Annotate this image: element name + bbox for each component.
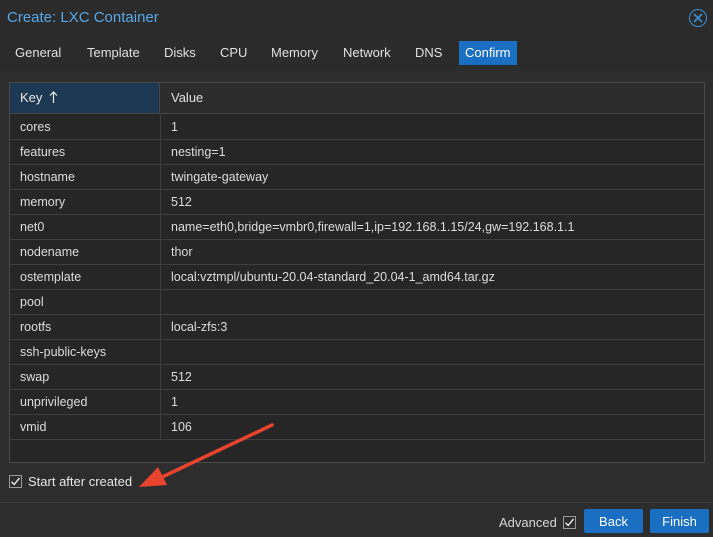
- row-value: thor: [171, 245, 193, 259]
- row-key: features: [20, 145, 66, 159]
- row-key: ssh-public-keys: [20, 345, 107, 359]
- grid-header: Key Value: [10, 83, 704, 114]
- tab-general[interactable]: General: [9, 41, 67, 65]
- footer-divider: [0, 502, 713, 503]
- row-key: ostemplate: [20, 270, 82, 284]
- tab-confirm[interactable]: Confirm: [459, 41, 517, 65]
- tab-network[interactable]: Network: [337, 41, 397, 65]
- row-value: 106: [171, 420, 192, 434]
- row-value: name=eth0,bridge=vmbr0,firewall=1,ip=192…: [171, 220, 575, 234]
- row-key: cores: [20, 120, 51, 134]
- table-row[interactable]: hostname twingate-gateway: [10, 165, 704, 190]
- table-row[interactable]: net0 name=eth0,bridge=vmbr0,firewall=1,ip…: [10, 215, 704, 240]
- lxc-create-dialog: Create: LXC Container General Template D…: [0, 0, 713, 537]
- row-value: 512: [171, 370, 192, 384]
- table-row[interactable]: vmid 106: [10, 415, 704, 440]
- close-icon[interactable]: [689, 9, 707, 27]
- table-row[interactable]: swap 512: [10, 365, 704, 390]
- tab-memory[interactable]: Memory: [265, 41, 324, 65]
- back-button[interactable]: Back: [584, 509, 643, 533]
- row-key: memory: [20, 195, 66, 209]
- table-row[interactable]: features nesting=1: [10, 140, 704, 165]
- start-after-created-label: Start after created: [28, 473, 133, 489]
- dialog-title: Create: LXC Container: [7, 9, 159, 26]
- row-key: swap: [20, 370, 50, 384]
- row-value: local-zfs:3: [171, 320, 228, 334]
- row-value: 512: [171, 195, 192, 209]
- advanced-label: Advanced: [499, 514, 557, 530]
- table-row[interactable]: cores 1: [10, 115, 704, 140]
- row-value: 1: [171, 120, 178, 134]
- row-value: local:vztmpl/ubuntu-20.04-standard_20.04…: [171, 270, 495, 284]
- row-key: nodename: [20, 245, 80, 259]
- table-row[interactable]: pool: [10, 290, 704, 315]
- tab-disks[interactable]: Disks: [158, 41, 202, 65]
- row-key: pool: [20, 295, 44, 309]
- row-key: rootfs: [20, 320, 52, 334]
- row-value: 1: [171, 395, 178, 409]
- column-header-value[interactable]: Value: [161, 83, 704, 113]
- start-after-created-checkbox[interactable]: Start after created: [9, 472, 132, 490]
- table-row[interactable]: nodename thor: [10, 240, 704, 265]
- row-key: vmid: [20, 420, 47, 434]
- tab-bar: General Template Disks CPU Memory Networ…: [0, 36, 713, 70]
- row-key: unprivileged: [20, 395, 88, 409]
- tab-template[interactable]: Template: [81, 41, 146, 65]
- tab-dns[interactable]: DNS: [409, 41, 448, 65]
- advanced-toggle[interactable]: Advanced: [499, 513, 576, 531]
- row-key: hostname: [20, 170, 75, 184]
- checkbox-checked-icon[interactable]: [9, 474, 22, 488]
- titlebar: Create: LXC Container: [0, 0, 713, 36]
- column-key-label: Key: [20, 90, 43, 105]
- confirm-grid: Key Value cores 1 features nesting=1 hostn…: [9, 82, 705, 463]
- tab-cpu[interactable]: CPU: [214, 41, 253, 65]
- table-row[interactable]: ssh-public-keys: [10, 340, 704, 365]
- finish-button[interactable]: Finish: [650, 509, 709, 533]
- table-row[interactable]: rootfs local-zfs:3: [10, 315, 704, 340]
- column-header-key[interactable]: Key: [10, 83, 160, 113]
- table-row[interactable]: unprivileged 1: [10, 390, 704, 415]
- sort-ascending-arrow-icon: [49, 83, 58, 113]
- grid-rows: cores 1 features nesting=1 hostname twingat…: [10, 115, 704, 440]
- table-row[interactable]: ostemplate local:vztmpl/ubuntu-20.04-stan…: [10, 265, 704, 290]
- row-value: nesting=1: [171, 145, 226, 159]
- row-key: net0: [20, 220, 45, 234]
- checkbox-checked-icon[interactable]: [562, 515, 576, 529]
- row-value: twingate-gateway: [171, 170, 269, 184]
- table-row[interactable]: memory 512: [10, 190, 704, 215]
